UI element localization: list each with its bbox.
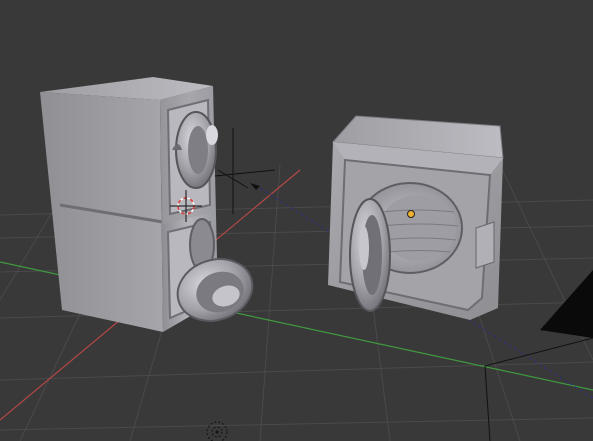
3d-viewport[interactable] — [0, 0, 593, 441]
lamp-icon[interactable] — [214, 128, 276, 214]
single-washing-machine[interactable] — [328, 115, 504, 320]
camera-icon[interactable] — [484, 270, 593, 441]
empty-object-icon[interactable] — [206, 421, 228, 441]
stacked-washer-dryer[interactable] — [40, 77, 260, 332]
object-origin — [407, 210, 415, 218]
